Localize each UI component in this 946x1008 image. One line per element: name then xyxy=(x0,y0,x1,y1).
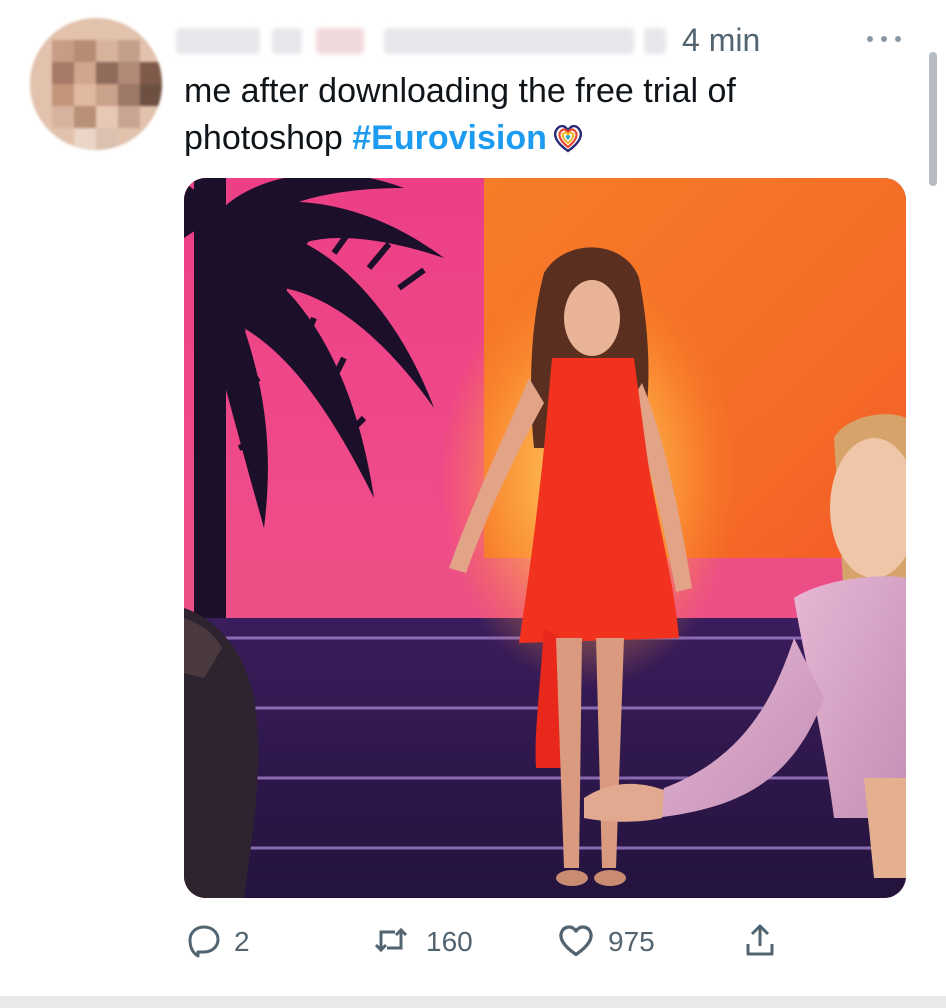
more-dots-icon[interactable] xyxy=(866,24,902,50)
like-button[interactable]: 975 xyxy=(556,920,655,964)
reply-button[interactable]: 2 xyxy=(186,920,250,964)
retweet-icon xyxy=(368,922,414,963)
heart-icon xyxy=(556,920,596,965)
share-icon xyxy=(742,922,778,963)
tweet-image[interactable] xyxy=(184,178,906,898)
tweet-text: me after downloading the free trial of p… xyxy=(184,68,884,162)
divider xyxy=(0,996,946,1008)
tweet[interactable]: 4 min me after downloading the free tria… xyxy=(0,0,946,1008)
reply-icon xyxy=(186,922,222,963)
retweet-button[interactable]: 160 xyxy=(368,920,473,964)
retweet-count: 160 xyxy=(426,926,473,957)
tweet-timestamp[interactable]: 4 min xyxy=(682,22,760,59)
author-name-redacted[interactable] xyxy=(176,28,666,54)
hashtag-link[interactable]: #Eurovision xyxy=(352,119,547,157)
tweet-actions: 2 160 975 xyxy=(0,920,946,964)
eurovision-heart-icon xyxy=(551,121,585,155)
share-button[interactable] xyxy=(742,920,778,964)
reply-count: 2 xyxy=(234,926,250,957)
like-count: 975 xyxy=(608,926,655,957)
avatar[interactable] xyxy=(30,18,162,150)
scrollbar-thumb[interactable] xyxy=(929,52,937,186)
